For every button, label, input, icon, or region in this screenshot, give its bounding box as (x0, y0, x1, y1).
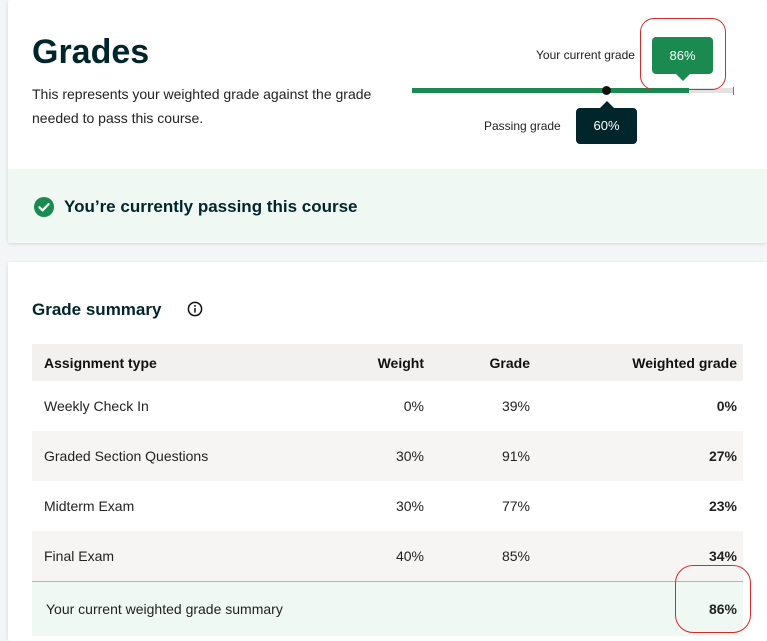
passing-status-text: You’re currently passing this course (64, 197, 358, 216)
grade-cell: 91% (425, 431, 536, 481)
weighted-grade-cell: 34% (536, 531, 743, 582)
table-header-row: Assignment type Weight Grade Weighted gr… (32, 344, 743, 381)
assignment-type-cell: Midterm Exam (44, 498, 135, 514)
grades-card: Grades This represents your weighted gra… (8, 0, 767, 243)
column-header-assignment-type: Assignment type (32, 344, 313, 381)
weighted-summary-row: Your current weighted grade summary 86% (32, 581, 743, 636)
grade-cell: 85% (425, 531, 536, 582)
table-row: Final Exam 40% 85% 34% (32, 531, 743, 582)
table-row: Midterm Exam 30% 77% 23% (32, 481, 743, 531)
assignment-type-cell: Final Exam (32, 531, 313, 582)
grade-progress: Your current grade 86% Passing grade 60% (404, 30, 734, 150)
grade-progress-fill (412, 88, 689, 93)
grade-summary-table: Assignment type Weight Grade Weighted gr… (32, 344, 743, 636)
weight-cell: 0% (403, 398, 424, 414)
grade-progress-track (412, 87, 734, 95)
grade-cell: 77% (501, 498, 530, 514)
assignment-type-cell: Weekly Check In (44, 398, 149, 414)
grades-description: This represents your weighted grade agai… (32, 86, 372, 126)
weighted-summary-value: 86% (536, 581, 743, 636)
weighted-grade-cell: 23% (708, 498, 737, 514)
table-row: Graded Section Questions 30% 91% 27% (32, 431, 743, 481)
track-end-tick (733, 87, 734, 95)
column-header-weighted-grade: Weighted grade (536, 344, 743, 381)
grade-cell: 39% (501, 398, 530, 414)
current-grade-label: Your current grade (536, 48, 635, 62)
assignment-type-cell: Graded Section Questions (32, 431, 313, 481)
weighted-summary-label: Your current weighted grade summary (32, 581, 536, 636)
table-row: Weekly Check In 0% 39% 0% (32, 381, 743, 431)
weight-cell: 40% (313, 531, 425, 582)
info-icon[interactable] (187, 301, 203, 317)
grade-summary-card: Grade summary Assignment type Weight Gra… (8, 262, 767, 641)
current-grade-bubble: 86% (652, 37, 713, 81)
weight-cell: 30% (395, 498, 424, 514)
check-circle-icon (34, 197, 54, 217)
grade-summary-title: Grade summary (32, 300, 162, 319)
passing-grade-label: Passing grade (484, 119, 561, 133)
passing-grade-bubble: 60% (576, 101, 637, 144)
column-header-grade: Grade (425, 344, 536, 381)
passing-status-banner: You’re currently passing this course (8, 169, 767, 243)
weight-cell: 30% (313, 431, 425, 481)
weighted-grade-cell: 0% (716, 398, 737, 414)
column-header-weight: Weight (313, 344, 425, 381)
weighted-grade-cell: 27% (536, 431, 743, 481)
passing-grade-marker (602, 86, 611, 95)
page-title: Grades (32, 33, 150, 71)
